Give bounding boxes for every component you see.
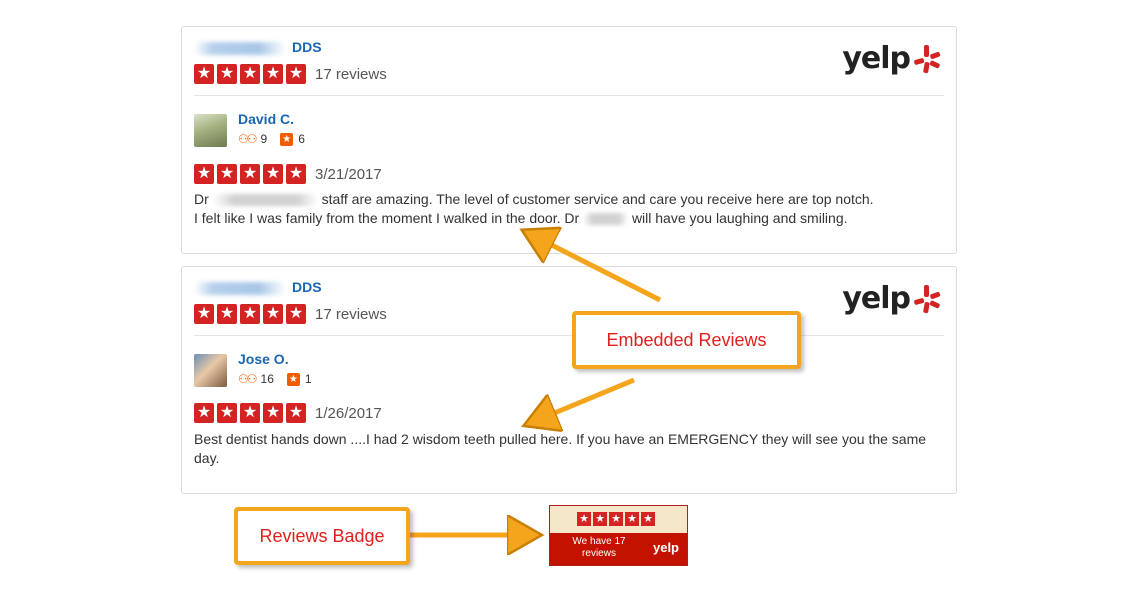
reviews-badge[interactable]: ★ ★ ★ ★ ★ We have 17 reviews yelp — [549, 505, 688, 566]
star-icon: ★ — [577, 512, 591, 526]
reviews-badge-callout: Reviews Badge — [234, 507, 410, 565]
badge-text: We have 17 reviews — [572, 536, 626, 559]
badge-footer: We have 17 reviews yelp — [550, 533, 687, 565]
star-icon: ★ — [593, 512, 607, 526]
badge-star-rating: ★ ★ ★ ★ ★ — [577, 512, 655, 526]
star-icon: ★ — [641, 512, 655, 526]
star-icon: ★ — [609, 512, 623, 526]
embedded-reviews-callout: Embedded Reviews — [572, 311, 801, 369]
star-icon: ★ — [625, 512, 639, 526]
arrow-to-review-2 — [528, 377, 635, 424]
arrow-to-review-1 — [526, 232, 662, 303]
badge-yelp-logo: yelp — [652, 540, 679, 555]
